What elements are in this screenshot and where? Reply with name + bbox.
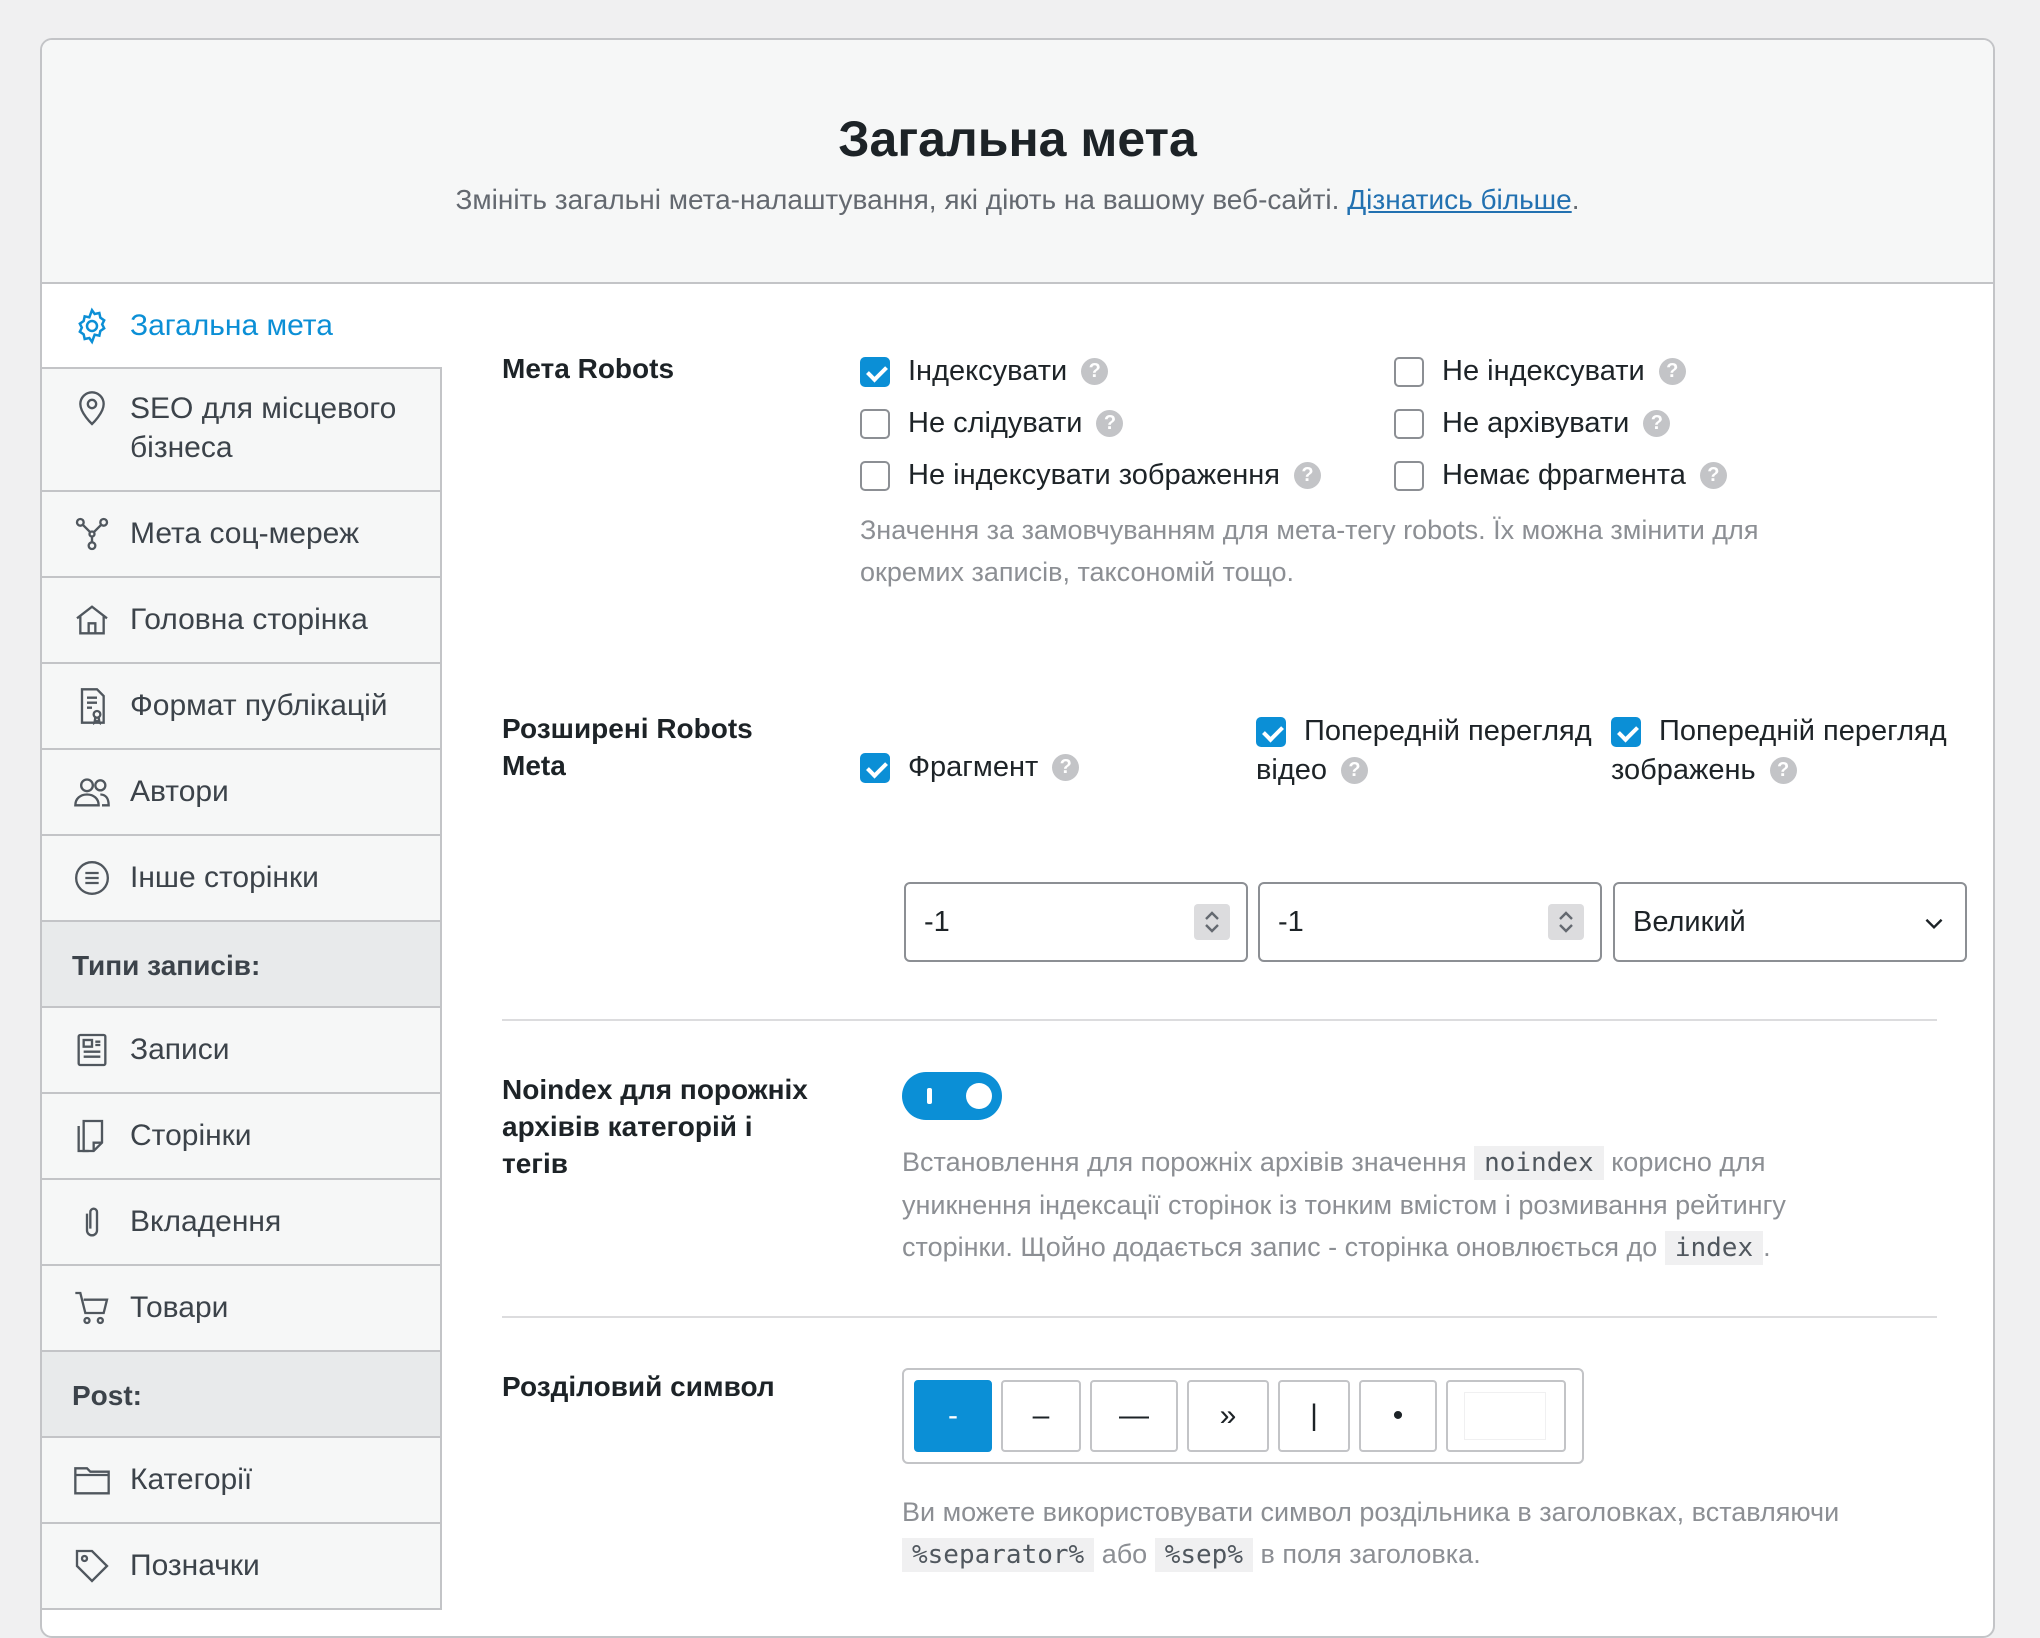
checkbox-box[interactable] [860, 752, 890, 783]
checkbox-noindex[interactable]: Не індексувати ? [1394, 355, 1686, 388]
sidebar-item-pages[interactable]: Сторінки [42, 1094, 442, 1180]
checkbox-box[interactable] [1611, 716, 1641, 747]
posts-icon [72, 1030, 112, 1070]
help-icon[interactable]: ? [1658, 358, 1686, 385]
help-icon[interactable]: ? [1294, 462, 1321, 489]
checkbox-nofollow[interactable]: Не слідувати ? [860, 407, 1124, 440]
number-spinner-icon[interactable] [1548, 904, 1584, 940]
checkbox-max-image-preview[interactable]: Попередній перегляд зображень? [1611, 712, 1981, 790]
page-subtitle: Змініть загальні мета-налаштування, які … [455, 184, 1580, 215]
max-snippet-input[interactable]: -1 [904, 882, 1248, 962]
sidebar-item-general-meta[interactable]: Загальна мета [42, 284, 442, 369]
separator-option-bullet[interactable]: • [1359, 1380, 1437, 1452]
separator-option-hyphen[interactable]: - [914, 1380, 992, 1452]
list-circle-icon [72, 858, 112, 898]
noindex-empty-toggle[interactable] [902, 1072, 1002, 1120]
help-icon[interactable]: ? [1096, 410, 1124, 437]
checkbox-box[interactable] [860, 460, 890, 491]
noindex-empty-description: Встановлення для порожніх архівів значен… [902, 1146, 1786, 1265]
sidebar-item-tags[interactable]: Позначки [42, 1524, 442, 1610]
sidebar: Загальна мета SEO для місцевого бізнеса … [42, 284, 444, 1636]
cart-icon [72, 1288, 112, 1328]
page-header: Загальна мета Змініть загальні мета-нала… [42, 40, 1993, 284]
help-icon[interactable]: ? [1769, 757, 1797, 784]
max-image-preview-select[interactable]: Великий [1613, 882, 1967, 962]
sidebar-item-homepage[interactable]: Головна сторінка [42, 578, 442, 664]
sidebar-item-local-seo[interactable]: SEO для місцевого бізнеса [42, 369, 442, 492]
separator-option-custom[interactable] [1446, 1380, 1566, 1452]
meta-robots-label: Мета Robots [502, 353, 675, 384]
pages-icon [72, 1116, 112, 1156]
separator-option-em-dash[interactable]: — [1090, 1380, 1178, 1452]
sidebar-group-post-types: Типи записів: [42, 922, 442, 1008]
help-icon[interactable]: ? [1643, 410, 1671, 437]
separator-option-pipe[interactable]: | [1278, 1380, 1350, 1452]
help-icon[interactable]: ? [1081, 358, 1109, 385]
help-icon[interactable]: ? [1699, 462, 1727, 489]
checkbox-box[interactable] [1256, 716, 1286, 747]
share-network-icon [72, 514, 112, 554]
settings-panel: Загальна мета Змініть загальні мета-нала… [40, 38, 1995, 1638]
folder-icon [72, 1460, 112, 1500]
checkbox-index[interactable]: Індексувати ? [860, 355, 1109, 388]
checkbox-box[interactable] [860, 408, 890, 439]
sidebar-item-other-pages[interactable]: Інше сторінки [42, 836, 442, 922]
learn-more-link[interactable]: Дізнатись більше [1347, 184, 1572, 215]
tag-icon [72, 1546, 112, 1586]
meta-robots-description: Значення за замовчуванням для мета-тегу … [860, 515, 1759, 587]
help-icon[interactable]: ? [1341, 757, 1369, 784]
number-spinner-icon[interactable] [1194, 904, 1230, 940]
checkbox-box[interactable] [860, 356, 890, 387]
checkbox-noarchive[interactable]: Не архівувати ? [1394, 407, 1671, 440]
noindex-empty-label: Noindex для порожніх архівів категорій і… [502, 1074, 808, 1179]
sidebar-item-post-format[interactable]: Формат публікацій [42, 664, 442, 750]
sidebar-item-categories[interactable]: Категорії [42, 1438, 442, 1524]
sidebar-item-products[interactable]: Товари [42, 1266, 442, 1352]
separator-option-raquo[interactable]: » [1187, 1380, 1269, 1452]
checkbox-box[interactable] [1394, 460, 1424, 491]
divider [502, 1019, 1937, 1021]
checkbox-noimageindex[interactable]: Не індексувати зображення ? [860, 459, 1321, 492]
checkbox-max-video-preview[interactable]: Попередній перегляд відео? [1256, 712, 1626, 790]
checkbox-nosnippet[interactable]: Немає фрагмента ? [1394, 459, 1727, 492]
checkbox-box[interactable] [1394, 408, 1424, 439]
separator-label: Розділовий символ [502, 1371, 775, 1402]
separator-options: - – — » | • [902, 1368, 1584, 1464]
users-icon [72, 772, 112, 812]
gear-icon [72, 306, 112, 346]
checkbox-box[interactable] [1394, 356, 1424, 387]
help-icon[interactable]: ? [1052, 754, 1080, 781]
sidebar-item-attachments[interactable]: Вкладення [42, 1180, 442, 1266]
separator-option-en-dash[interactable]: – [1001, 1380, 1081, 1452]
separator-description: Ви можете використовувати символ розділь… [902, 1497, 1840, 1572]
location-pin-icon [72, 389, 112, 429]
sidebar-item-authors[interactable]: Автори [42, 750, 442, 836]
home-icon [72, 600, 112, 640]
sidebar-item-posts[interactable]: Записи [42, 1008, 442, 1094]
checkbox-max-snippet[interactable]: Фрагмент ? [860, 751, 1080, 784]
chevron-down-icon [1925, 918, 1943, 930]
sidebar-item-social-meta[interactable]: Мета соц-мереж [42, 492, 442, 578]
document-badge-icon [72, 686, 112, 726]
page-title: Загальна мета [838, 111, 1197, 167]
divider [502, 1316, 1937, 1318]
paperclip-icon [72, 1202, 112, 1242]
sidebar-group-post: Post: [42, 1352, 442, 1438]
advanced-robots-label: Розширені Robots Meta [502, 713, 753, 781]
max-video-preview-input[interactable]: -1 [1258, 882, 1602, 962]
